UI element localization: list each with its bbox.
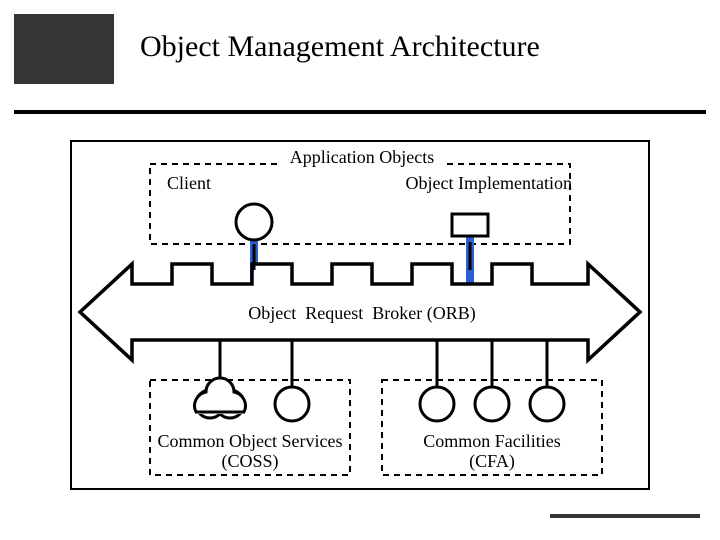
coss-cloud-icon (195, 378, 246, 418)
orb-label: Object Request Broker (ORB) (227, 304, 497, 324)
obj-impl-port-icon (452, 214, 488, 236)
cfa-circle-3-icon (530, 387, 564, 421)
coss-label: Common Object Services (COSS) (150, 432, 350, 472)
corner-block (14, 14, 114, 84)
title-rule (14, 110, 706, 114)
slide: Object Management Architecture (0, 0, 720, 540)
object-implementation-label: Object Implementation (372, 174, 572, 194)
coss-circle-icon (275, 387, 309, 421)
cfa-circle-2-icon (475, 387, 509, 421)
cfa-circle-1-icon (420, 387, 454, 421)
client-label: Client (167, 174, 247, 194)
client-port-icon (236, 204, 272, 240)
page-title: Object Management Architecture (140, 30, 690, 64)
diagram-frame: Application Objects Client Object Implem… (70, 140, 650, 490)
application-objects-label: Application Objects (282, 148, 442, 168)
bottom-rule (550, 514, 700, 518)
cfa-label: Common Facilities (CFA) (382, 432, 602, 472)
